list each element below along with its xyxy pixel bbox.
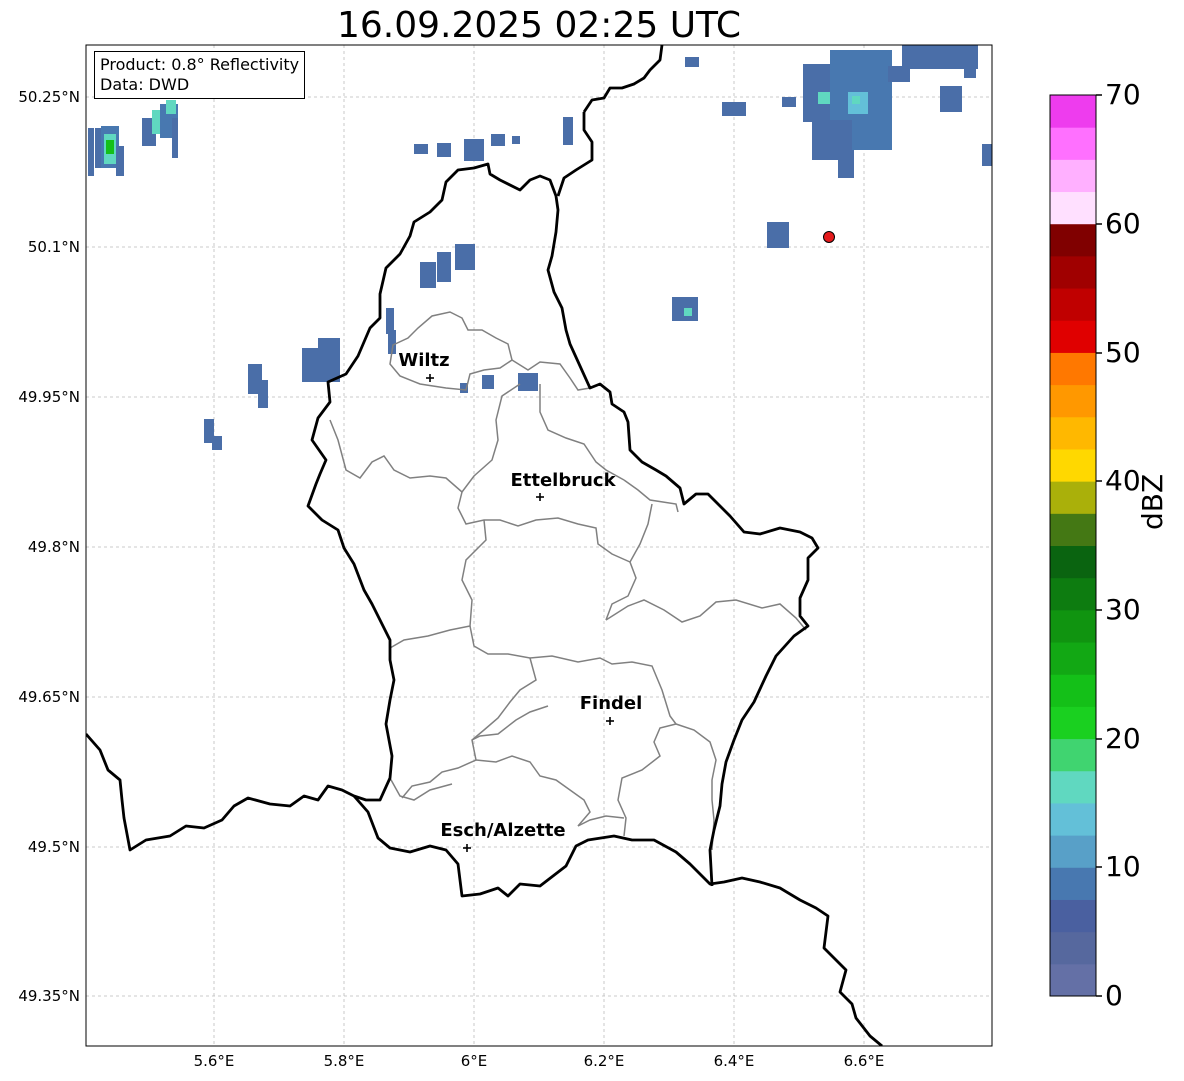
- colorbar-ticks: [1096, 94, 1102, 997]
- colorbar-label-0: 0: [1105, 979, 1123, 1012]
- product-text: Product: 0.8° Reflectivity: [100, 55, 300, 74]
- lon-label-6.6: 6.6°E: [843, 1052, 885, 1070]
- colorbar-segment: [1050, 320, 1096, 353]
- colorbar-segment: [1050, 706, 1096, 740]
- colorbar-segment: [1050, 802, 1096, 836]
- colorbar-segment: [1050, 738, 1096, 772]
- colorbar-segment: [1050, 642, 1096, 675]
- data-source-text: Data: DWD: [100, 75, 190, 94]
- colorbar-segment: [1050, 545, 1096, 579]
- colorbar-segment: [1050, 223, 1096, 257]
- lat-label-49.5: 49.5°N: [27, 838, 80, 856]
- city-label-esch: Esch/Alzette: [440, 820, 566, 841]
- lat-label-49.8: 49.8°N: [27, 538, 80, 556]
- lat-label-49.95: 49.95°N: [18, 388, 80, 406]
- colorbar-segment: [1050, 159, 1096, 193]
- colorbar-segment: [1050, 577, 1096, 611]
- colorbar-segment: [1050, 95, 1096, 128]
- colorbar-segment: [1050, 255, 1096, 289]
- city-label-ettelbruck: Ettelbruck: [510, 470, 616, 491]
- lat-label-50.1: 50.1°N: [27, 238, 80, 256]
- lat-label-49.65: 49.65°N: [18, 688, 80, 706]
- info-box: Product: 0.8° Reflectivity Data: DWD: [94, 51, 306, 99]
- lat-label-49.35: 49.35°N: [18, 987, 80, 1005]
- colorbar-segment: [1050, 513, 1096, 546]
- colorbar-label-70: 70: [1105, 78, 1141, 111]
- colorbar-label-10: 10: [1105, 850, 1141, 883]
- colorbar-label-20: 20: [1105, 722, 1141, 755]
- colorbar-segment: [1050, 288, 1096, 321]
- radar-map: [85, 44, 1102, 1047]
- colorbar-label-50: 50: [1105, 336, 1141, 369]
- colorbar-label-30: 30: [1105, 593, 1141, 626]
- colorbar-segment: [1050, 867, 1096, 900]
- colorbar-label-60: 60: [1105, 207, 1141, 240]
- lon-label-6: 6°E: [460, 1052, 488, 1070]
- colorbar-segment: [1050, 963, 1096, 997]
- colorbar-segment: [1050, 384, 1096, 418]
- colorbar-segment: [1050, 674, 1096, 707]
- city-label-wiltz: Wiltz: [398, 350, 450, 371]
- colorbar-segment: [1050, 770, 1096, 804]
- colorbar-segment: [1050, 127, 1096, 160]
- map-frame-bg: [86, 45, 992, 1046]
- colorbar-unit-label: dBZ: [1136, 473, 1169, 530]
- lon-label-6.2: 6.2°E: [583, 1052, 625, 1070]
- colorbar: [1050, 95, 1096, 997]
- colorbar-segment: [1050, 481, 1096, 514]
- colorbar-segment: [1050, 609, 1096, 643]
- city-label-findel: Findel: [579, 693, 643, 714]
- lon-label-5.8: 5.8°E: [323, 1052, 365, 1070]
- lon-label-5.6: 5.6°E: [193, 1052, 235, 1070]
- colorbar-segment: [1050, 899, 1096, 933]
- lat-label-50.25: 50.25°N: [18, 88, 80, 106]
- colorbar-segment: [1050, 416, 1096, 450]
- colorbar-segment: [1050, 191, 1096, 225]
- colorbar-segment: [1050, 448, 1096, 482]
- colorbar-segment: [1050, 835, 1096, 868]
- lon-label-6.4: 6.4°E: [713, 1052, 755, 1070]
- colorbar-segment: [1050, 352, 1096, 386]
- colorbar-segment: [1050, 931, 1096, 965]
- location-marker: [823, 231, 835, 243]
